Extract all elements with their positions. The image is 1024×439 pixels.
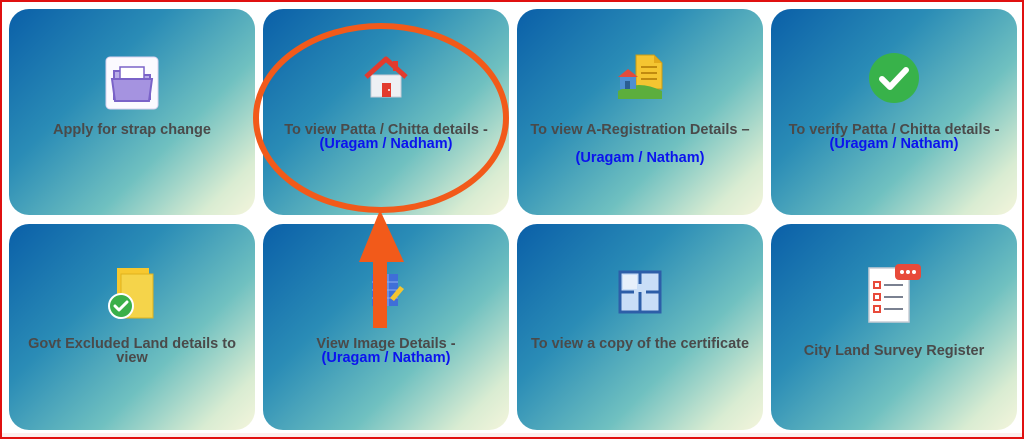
tile-govt-excluded-land[interactable]: Govt Excluded Land details to view [9, 224, 255, 430]
tile-title: Govt Excluded Land details to view [28, 336, 236, 366]
tile-city-land-survey-register[interactable]: City Land Survey Register [771, 224, 1017, 430]
tile-subtitle: (Uragam / Natham) [575, 150, 705, 166]
tile-title: To view A-Registration Details – [530, 122, 750, 138]
tile-title: Apply for strap change [53, 122, 211, 138]
tile-view-certificate-copy[interactable]: To view a copy of the certificate [517, 224, 763, 430]
village-document-icon [618, 54, 663, 99]
tile-subtitle: (Uragam / Nadham) [319, 136, 453, 152]
tile-view-patta-chitta[interactable]: To view Patta / Chitta details - (Uragam… [263, 9, 509, 215]
tile-subtitle: (Uragam / Natham) [321, 350, 451, 366]
folder-icon [105, 56, 159, 110]
tile-view-a-registration[interactable]: To view A-Registration Details – (Uragam… [517, 9, 763, 215]
tile-title: City Land Survey Register [803, 343, 985, 359]
tile-subtitle: (Uragam / Natham) [829, 136, 959, 152]
image-ruler-icon [372, 274, 404, 306]
document-check-icon [108, 268, 154, 319]
next-row-edge [0, 433, 1024, 439]
check-circle-icon [869, 53, 919, 103]
checklist-chat-icon [868, 264, 921, 323]
tile-title: To view a copy of the certificate [530, 336, 750, 352]
house-icon [364, 56, 408, 98]
tile-verify-patta-chitta[interactable]: To verify Patta / Chitta details - (Urag… [771, 9, 1017, 215]
tile-view-image-details[interactable]: View Image Details - (Uragam / Natham) [263, 224, 509, 430]
floor-plan-icon [618, 270, 662, 314]
tile-apply-strap-change[interactable]: Apply for strap change [9, 9, 255, 215]
